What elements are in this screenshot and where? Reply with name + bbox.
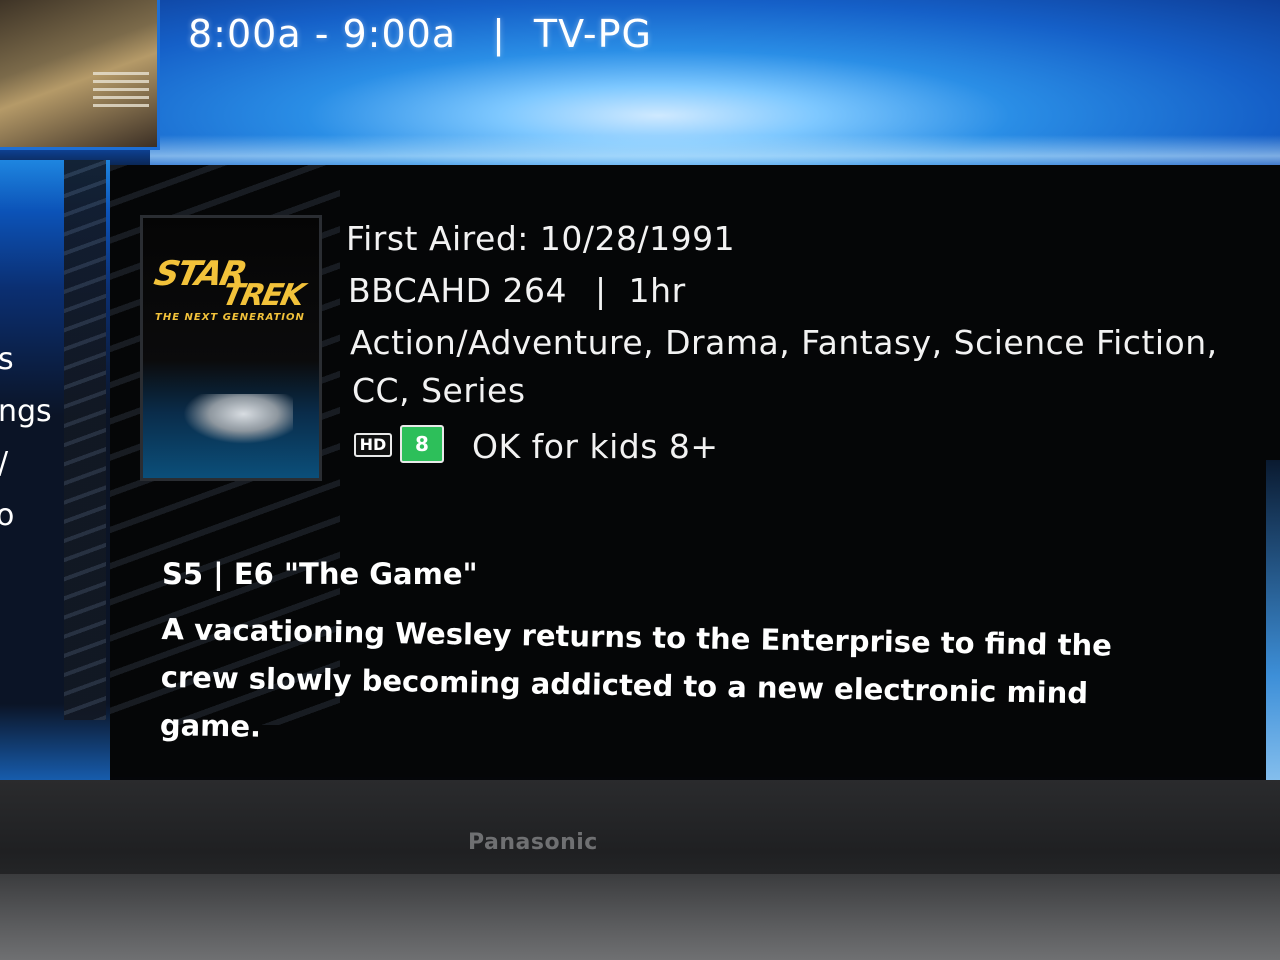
side-menu-item[interactable]: ngs <box>0 394 52 429</box>
info-separator: | <box>595 271 607 310</box>
side-menu-item[interactable]: o <box>0 498 14 533</box>
tv-screen: 8:00a - 9:00a | TV-PG s ngs / o STAR TREK … <box>0 0 1280 800</box>
airing-info: 8:00a - 9:00a | TV-PG <box>188 12 652 56</box>
hd-badge: HD <box>354 433 392 457</box>
genres-continued: CC, Series <box>352 371 526 410</box>
header-separator: | <box>492 12 506 56</box>
poster-logo-trek: TREK <box>219 278 307 313</box>
side-menu-item[interactable]: / <box>0 446 8 481</box>
poster-logo-subtitle: THE NEXT GENERATION <box>155 312 305 323</box>
screen-right-edge <box>1266 460 1280 800</box>
episode-title: S5 | E6 "The Game" <box>162 557 478 591</box>
age-rating-badge: 8 <box>400 425 444 463</box>
program-info-panel: STAR TREK THE NEXT GENERATION First Aire… <box>110 165 1280 777</box>
genres: Action/Adventure, Drama, Fantasy, Scienc… <box>350 323 1218 362</box>
tv-bezel-lower <box>0 874 1280 960</box>
side-menu-edge <box>64 160 106 720</box>
kids-rating: OK for kids 8+ <box>472 427 719 466</box>
first-aired: First Aired: 10/28/1991 <box>346 219 736 258</box>
preview-thumbnail[interactable] <box>0 0 160 150</box>
tv-brand-logo: Panasonic <box>468 830 598 855</box>
tv-rating: TV-PG <box>533 12 652 56</box>
side-menu-item[interactable]: s <box>0 342 14 377</box>
time-range: 8:00a - 9:00a <box>188 12 457 56</box>
channel-duration: BBCAHD 264 | 1hr <box>348 271 686 310</box>
starship-image <box>183 394 293 444</box>
thumbnail-credits <box>93 67 149 112</box>
duration: 1hr <box>628 271 686 310</box>
episode-description: A vacationing Wesley returns to the Ente… <box>159 611 1113 744</box>
tv-bezel <box>0 780 1280 960</box>
channel: BBCAHD 264 <box>348 271 568 310</box>
program-poster[interactable]: STAR TREK THE NEXT GENERATION <box>140 215 322 481</box>
side-menu: s ngs / o <box>0 160 110 800</box>
